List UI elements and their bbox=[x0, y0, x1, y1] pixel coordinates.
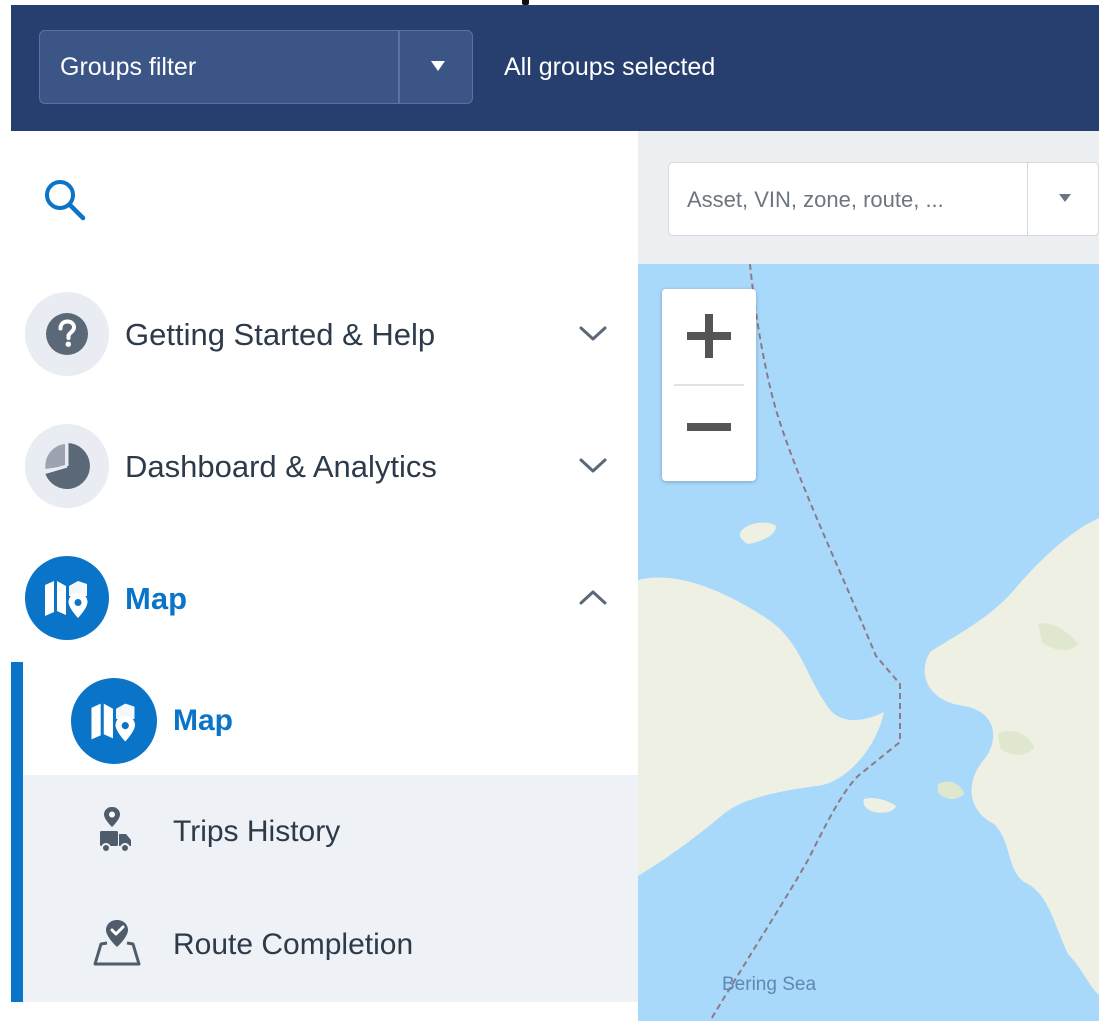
chevron-down-icon[interactable] bbox=[577, 450, 609, 482]
nav-item-label: Getting Started & Help bbox=[125, 317, 436, 352]
zoom-out-button[interactable] bbox=[662, 386, 756, 480]
nav-icon-circle bbox=[25, 292, 109, 376]
subnav-item-map[interactable]: Map bbox=[23, 662, 638, 775]
nav-icon-circle bbox=[25, 556, 109, 640]
subnav-item-route-completion[interactable]: Route Completion bbox=[23, 888, 638, 1001]
minus-icon bbox=[687, 423, 731, 431]
search-icon[interactable] bbox=[41, 176, 93, 228]
subnav-item-label: Map bbox=[173, 704, 233, 737]
subnav-item-trips-history[interactable]: Trips History bbox=[23, 775, 638, 888]
chevron-up-icon[interactable] bbox=[577, 582, 609, 614]
map-pin-icon bbox=[45, 581, 88, 618]
nav-icon-circle bbox=[25, 424, 109, 508]
subnav-item-label: Route Completion bbox=[173, 928, 414, 961]
sidebar-search-input[interactable] bbox=[107, 161, 591, 233]
groups-filter-label: Groups filter bbox=[60, 53, 197, 81]
caret-down-icon[interactable] bbox=[1059, 194, 1071, 202]
nav-item-label: Dashboard & Analytics bbox=[125, 449, 437, 484]
nav-item-map[interactable]: Map bbox=[11, 544, 638, 654]
zoom-in-button[interactable] bbox=[662, 289, 756, 383]
caret-down-icon[interactable] bbox=[431, 61, 445, 71]
groups-filter-dropdown[interactable]: Groups filter bbox=[39, 30, 473, 104]
nav-item-getting-started-help[interactable]: Getting Started & Help bbox=[11, 280, 638, 390]
zoom-controls bbox=[662, 289, 756, 481]
map-pin-icon bbox=[91, 703, 135, 742]
map-label-bering-sea: Bering Sea bbox=[722, 974, 817, 995]
top-header: Groups filter All groups selected bbox=[11, 5, 1099, 131]
nav-item-dashboard-analytics[interactable]: Dashboard & Analytics bbox=[11, 412, 638, 522]
subnav-item-label: Trips History bbox=[173, 815, 341, 848]
asset-search-divider bbox=[1027, 163, 1028, 235]
truck-pin-icon bbox=[100, 807, 131, 853]
route-check-icon bbox=[93, 920, 141, 966]
pie-chart-icon bbox=[44, 443, 90, 489]
map-view[interactable]: Bering Sea bbox=[638, 131, 1099, 1021]
groups-filter-divider bbox=[398, 31, 400, 103]
groups-selection-status: All groups selected bbox=[504, 53, 716, 81]
chevron-down-icon[interactable] bbox=[577, 318, 609, 350]
asset-search-input[interactable] bbox=[685, 177, 1019, 223]
nav-item-label: Map bbox=[125, 581, 187, 616]
plus-icon bbox=[687, 314, 731, 358]
active-section-indicator bbox=[11, 662, 23, 1002]
sidebar: Getting Started & Help Dashboard & Analy… bbox=[11, 131, 638, 1021]
subnav-icon-circle bbox=[71, 678, 157, 764]
asset-search-box[interactable] bbox=[668, 162, 1099, 236]
help-circle-icon bbox=[46, 313, 88, 355]
